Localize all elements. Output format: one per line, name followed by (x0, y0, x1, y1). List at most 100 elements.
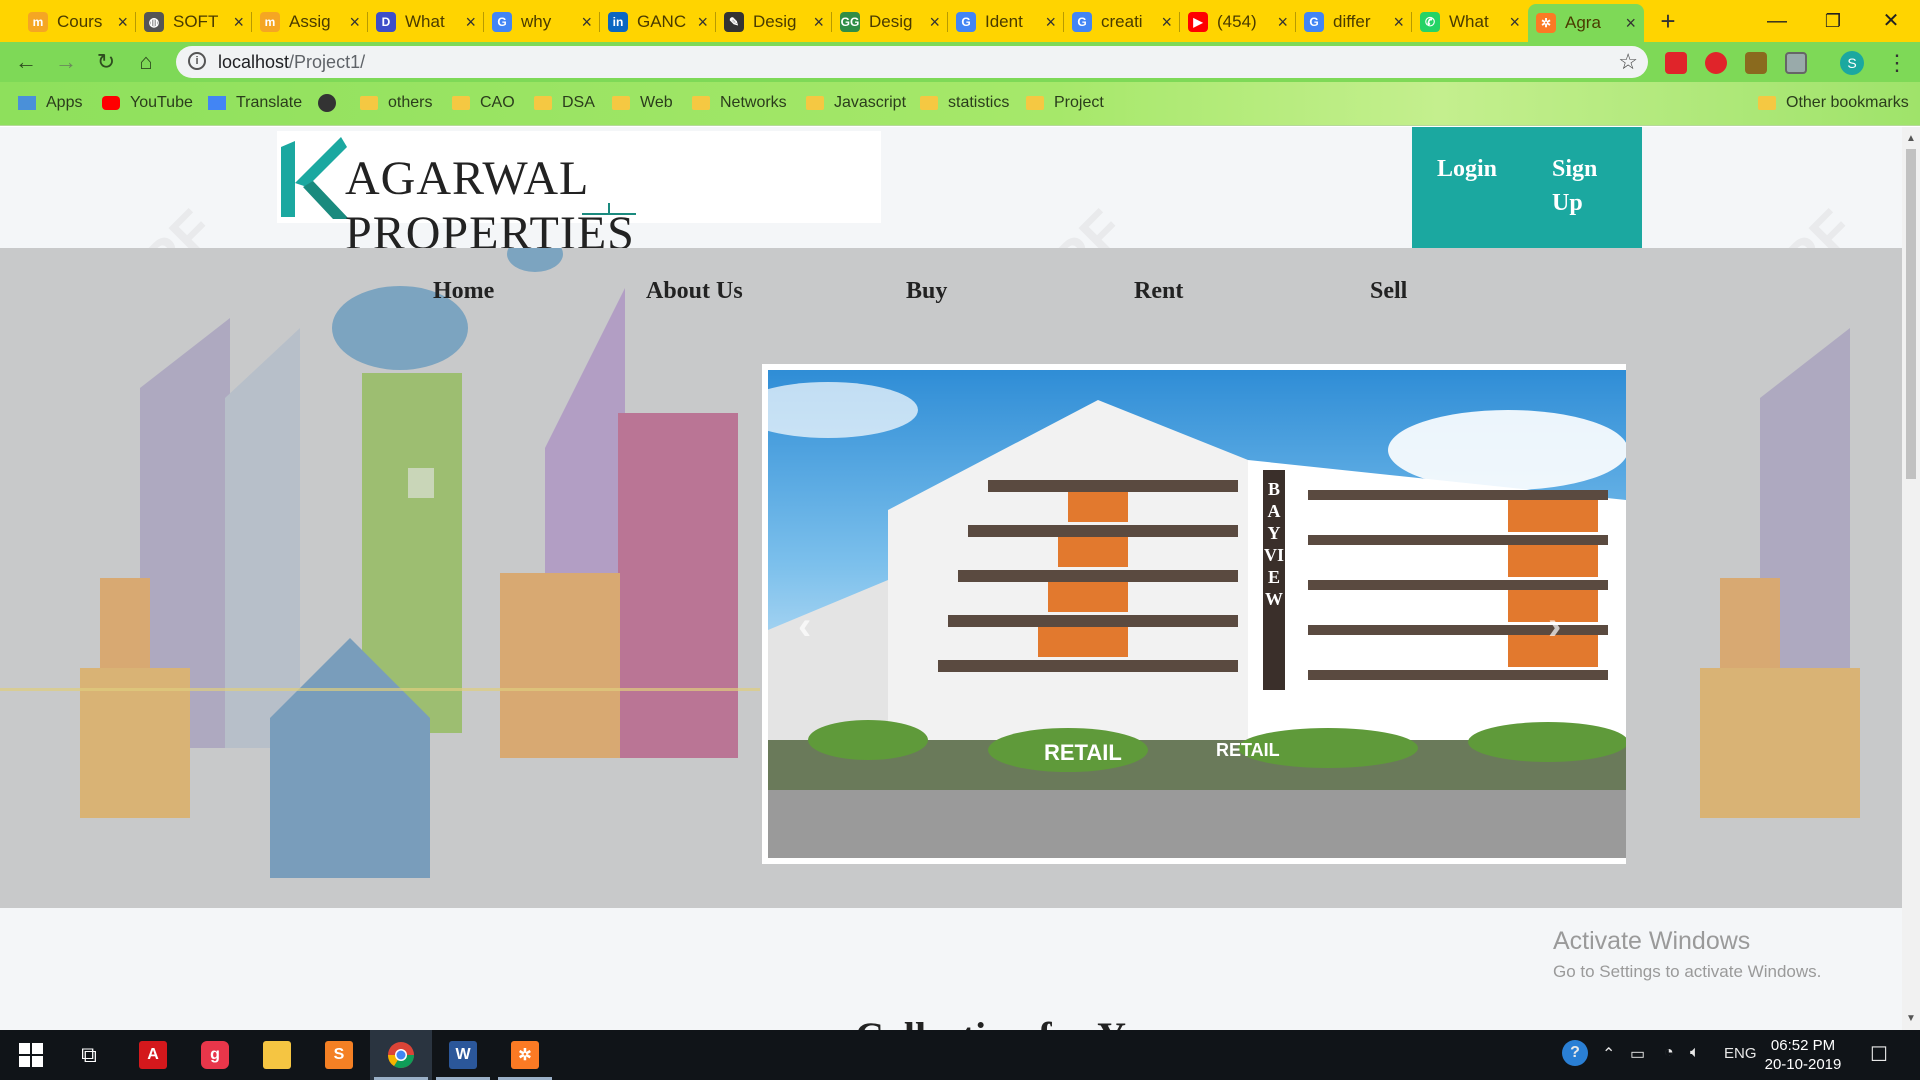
tab-close-icon[interactable]: × (233, 12, 244, 33)
scrollbar-thumb[interactable] (1906, 149, 1916, 479)
profile-avatar[interactable]: S (1840, 51, 1864, 75)
site-logo[interactable]: AGARWAL PROPERTIES (277, 131, 881, 260)
nav-rent[interactable]: Rent (1134, 278, 1183, 305)
browser-tab[interactable]: m Assig × (252, 4, 368, 40)
taskbar-word[interactable]: W (432, 1030, 494, 1080)
browser-tab[interactable]: in GANC × (600, 4, 716, 40)
volume-icon[interactable]: 🔈︎ (1690, 1044, 1700, 1062)
taskbar-acrobat[interactable]: A (122, 1030, 184, 1080)
browser-tab[interactable]: ✲ Agra × (1528, 4, 1644, 42)
bookmark-globe[interactable] (318, 94, 346, 112)
nav-buy[interactable]: Buy (906, 278, 947, 305)
tab-close-icon[interactable]: × (349, 12, 360, 33)
bookmark-translate[interactable]: Translate (208, 94, 302, 112)
tab-close-icon[interactable]: × (1277, 12, 1288, 33)
start-button[interactable] (0, 1030, 62, 1080)
bookmark-others[interactable]: others (360, 94, 432, 112)
clock-date: 20-10-2019 (1764, 1056, 1842, 1073)
signup-link[interactable]: Sign Up (1552, 152, 1597, 220)
new-tab-button[interactable]: + (1652, 8, 1684, 36)
folder-icon (612, 96, 630, 110)
tab-close-icon[interactable]: × (1393, 12, 1404, 33)
tab-close-icon[interactable]: × (1045, 12, 1056, 33)
adblock-extension-icon[interactable] (1705, 52, 1727, 74)
browser-tab[interactable]: G Ident × (948, 4, 1064, 40)
linkedin-icon: in (608, 12, 628, 32)
bookmark-dsa[interactable]: DSA (534, 94, 595, 112)
taskbar-sublime[interactable]: S (308, 1030, 370, 1080)
browser-tab[interactable]: ▶ (454) × (1180, 4, 1296, 40)
taskbar-xampp[interactable]: ✲ (494, 1030, 556, 1080)
browser-tab[interactable]: GG Desig × (832, 4, 948, 40)
taskbar-file-explorer[interactable] (246, 1030, 308, 1080)
taskbar-grammarly[interactable]: g (184, 1030, 246, 1080)
browser-tab[interactable]: ◍ SOFT × (136, 4, 252, 40)
forward-button[interactable]: → (52, 48, 80, 76)
bookmark-project[interactable]: Project (1026, 94, 1104, 112)
network-icon[interactable]: ◔ (1664, 1044, 1674, 1062)
bookmark-statistics[interactable]: statistics (920, 94, 1009, 112)
tab-close-icon[interactable]: × (465, 12, 476, 33)
tab-close-icon[interactable]: × (813, 12, 824, 33)
back-button[interactable]: ← (12, 48, 40, 76)
scroll-up-arrow-icon[interactable]: ▲ (1906, 133, 1916, 144)
retail-sign-1: RETAIL (1044, 740, 1122, 765)
tab-close-icon[interactable]: × (697, 12, 708, 33)
bookmark-web[interactable]: Web (612, 94, 673, 112)
tab-close-icon[interactable]: × (1625, 13, 1636, 34)
close-window-button[interactable]: ✕ (1866, 4, 1916, 38)
browser-tab[interactable]: Gcreati × (1064, 4, 1180, 40)
notification-center-icon[interactable]: ☐ (1870, 1042, 1888, 1067)
bookmark-cao[interactable]: CAO (452, 94, 515, 112)
site-info-icon[interactable]: i (188, 52, 206, 70)
browser-tab[interactable]: Gwhy × (484, 4, 600, 40)
bookmark-javascript[interactable]: Javascript (806, 94, 906, 112)
carousel-prev-button[interactable]: ‹ (798, 604, 811, 649)
whatsapp-icon: ✆ (1420, 12, 1440, 32)
other-bookmarks[interactable]: Other bookmarks (1758, 94, 1909, 112)
bookmark-label: DSA (562, 94, 595, 111)
address-bar[interactable]: i localhost/Project1/ ☆ (176, 46, 1648, 78)
tab-close-icon[interactable]: × (581, 12, 592, 33)
show-hidden-icons-chevron-icon[interactable]: ⌃ (1602, 1044, 1615, 1064)
login-link[interactable]: Login (1437, 152, 1497, 186)
url-path: /Project1/ (289, 52, 366, 72)
bookmark-apps[interactable]: Apps (18, 94, 82, 112)
browser-tab[interactable]: ✎ Desig × (716, 4, 832, 40)
reload-button[interactable]: ↻ (92, 48, 120, 76)
minimize-button[interactable]: — (1752, 4, 1802, 38)
chrome-menu-icon[interactable]: ⋮ (1886, 50, 1908, 76)
bookmark-label: CAO (480, 94, 515, 111)
tab-close-icon[interactable]: × (929, 12, 940, 33)
grid-extension-icon[interactable] (1785, 52, 1807, 74)
signup-line-2: Up (1552, 190, 1583, 216)
help-icon[interactable]: ? (1562, 1040, 1588, 1066)
video-extension-icon[interactable] (1665, 52, 1687, 74)
task-view-button[interactable]: ⧉ (58, 1030, 120, 1080)
carousel-next-button[interactable]: › (1548, 604, 1561, 649)
tab-close-icon[interactable]: × (1509, 12, 1520, 33)
google-icon: G (1304, 12, 1324, 32)
browser-tab[interactable]: D What × (368, 4, 484, 40)
bookmark-networks[interactable]: Networks (692, 94, 787, 112)
image-carousel[interactable]: BAYVIEW RETAIL RETAIL ‹ › (762, 364, 1626, 864)
bookmark-youtube[interactable]: YouTube (102, 94, 193, 112)
translate-icon (208, 96, 226, 110)
bookmark-star-icon[interactable]: ☆ (1618, 49, 1638, 75)
system-clock[interactable]: 06:52 PM 20-10-2019 (1748, 1036, 1858, 1074)
nav-sell[interactable]: Sell (1370, 278, 1407, 305)
browser-tab[interactable]: Gdiffer × (1296, 4, 1412, 40)
tab-close-icon[interactable]: × (1161, 12, 1172, 33)
battery-icon[interactable]: ▭ (1630, 1044, 1645, 1064)
pdf-extension-icon[interactable] (1745, 52, 1767, 74)
tab-close-icon[interactable]: × (117, 12, 128, 33)
browser-tab[interactable]: ✆ What × (1412, 4, 1528, 40)
nav-about-us[interactable]: About Us (646, 278, 743, 305)
taskbar-chrome[interactable] (370, 1030, 432, 1080)
scroll-down-arrow-icon[interactable]: ▼ (1906, 1013, 1916, 1024)
browser-tab[interactable]: m Cours × (20, 4, 136, 40)
nav-home[interactable]: Home (433, 278, 494, 305)
restore-button[interactable]: ❐ (1808, 4, 1858, 38)
page-scrollbar[interactable]: ▲ ▼ (1902, 127, 1920, 1030)
home-button[interactable]: ⌂ (132, 48, 160, 76)
